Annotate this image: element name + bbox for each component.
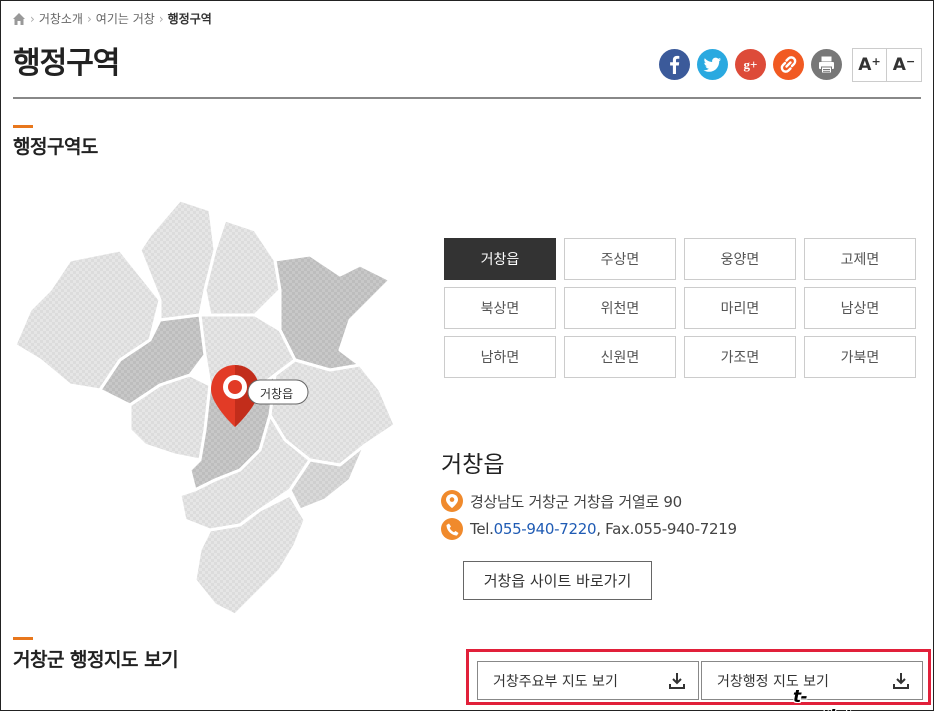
section-accent-bar bbox=[13, 637, 33, 640]
district-tab[interactable]: 위천면 bbox=[564, 287, 676, 329]
font-size-controls: A + A − bbox=[852, 48, 922, 82]
chevron-right-icon: › bbox=[30, 11, 35, 26]
fax-number: 055-940-7219 bbox=[634, 520, 737, 538]
breadcrumb: › 거창소개 › 여기는 거창 › 행정구역 bbox=[12, 10, 212, 27]
chevron-right-icon: › bbox=[86, 11, 92, 26]
font-increase-button[interactable]: A + bbox=[852, 48, 887, 82]
home-icon[interactable] bbox=[12, 12, 26, 26]
section-title-map: 행정구역도 bbox=[13, 136, 98, 158]
section-title-admin-map: 거창군 행정지도 보기 bbox=[13, 649, 179, 671]
district-tab[interactable]: 북상면 bbox=[444, 287, 556, 329]
address-row: 경상남도 거창군 거창읍 거열로 90 bbox=[441, 490, 682, 512]
district-tab[interactable]: 마리면 bbox=[684, 287, 796, 329]
district-tab[interactable]: 주상면 bbox=[564, 238, 676, 280]
print-icon[interactable] bbox=[811, 49, 842, 80]
district-address: 경상남도 거창군 거창읍 거열로 90 bbox=[470, 492, 682, 511]
facebook-icon[interactable] bbox=[659, 49, 690, 80]
contact-row: Tel. 055-940-7220 , Fax. 055-940-7219 bbox=[441, 518, 737, 540]
district-tab[interactable]: 웅양면 bbox=[684, 238, 796, 280]
district-tab[interactable]: 남하면 bbox=[444, 336, 556, 378]
breadcrumb-current: 행정구역 bbox=[167, 12, 212, 26]
district-map: 거창읍 bbox=[10, 190, 410, 620]
district-site-button[interactable]: 거창읍 사이트 바로가기 bbox=[463, 561, 652, 600]
page-title: 행정구역 bbox=[13, 46, 120, 81]
district-tab[interactable]: 가조면 bbox=[684, 336, 796, 378]
district-tab[interactable]: 신원면 bbox=[564, 336, 676, 378]
district-tab[interactable]: 남상면 bbox=[804, 287, 916, 329]
breadcrumb-item-intro[interactable]: 거창소개 bbox=[39, 10, 83, 27]
google-plus-icon[interactable]: g+ bbox=[735, 49, 766, 80]
map-pin-label-text: 거창읍 bbox=[260, 387, 294, 401]
tel-link[interactable]: 055-940-7220 bbox=[494, 520, 597, 538]
download-main-map-button[interactable]: 거창주요부 지도 보기 bbox=[477, 661, 699, 700]
title-divider bbox=[13, 97, 921, 99]
region-jusang[interactable] bbox=[203, 218, 282, 317]
section-accent-bar bbox=[13, 125, 33, 128]
district-tab[interactable]: 거창읍 bbox=[444, 238, 556, 280]
link-icon[interactable] bbox=[773, 49, 804, 80]
district-name: 거창읍 bbox=[441, 452, 505, 478]
district-tab[interactable]: 가북면 bbox=[804, 336, 916, 378]
location-pin-icon bbox=[441, 490, 463, 512]
phone-icon bbox=[441, 518, 463, 540]
download-icon bbox=[669, 673, 685, 689]
twitter-icon[interactable] bbox=[697, 49, 728, 80]
watermark-text: t-on.tistory.com bbox=[793, 687, 924, 711]
font-decrease-button[interactable]: A − bbox=[887, 48, 922, 82]
district-grid: 거창읍 주상면 웅양면 고제면북상면 위천면 마리면 남상면남하면 신원면 가조면 가북면 bbox=[444, 238, 916, 378]
district-tab[interactable]: 고제면 bbox=[804, 238, 916, 280]
breadcrumb-item-here[interactable]: 여기는 거창 bbox=[96, 10, 155, 27]
chevron-right-icon: › bbox=[158, 11, 164, 26]
share-buttons: g+ bbox=[659, 49, 842, 80]
